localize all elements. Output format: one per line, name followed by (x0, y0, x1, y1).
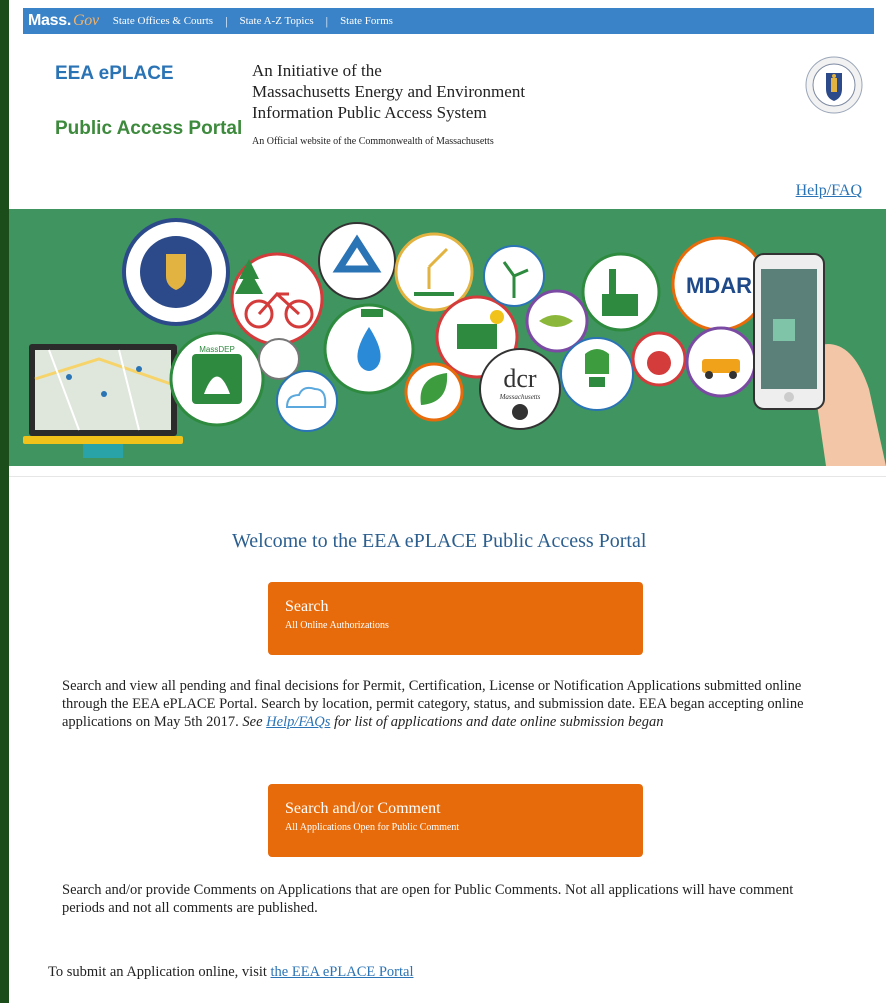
cloud-icon (276, 370, 338, 432)
dcr-badge: dcr Massachusetts (479, 348, 561, 430)
svg-text:MDAR: MDAR (686, 273, 752, 298)
commonwealth-seal-icon (805, 56, 863, 114)
leaf-icon (404, 362, 464, 422)
svg-text:Massachusetts: Massachusetts (499, 393, 541, 401)
search-button[interactable]: Search All Online Authorizations (268, 582, 643, 655)
search-button-title: Search (285, 598, 329, 615)
left-rail (0, 0, 9, 1003)
svg-text:dcr: dcr (503, 364, 537, 393)
nav-separator: | (225, 13, 228, 28)
help-faq-link[interactable]: Help/FAQ (796, 182, 862, 200)
eea-eplace-portal-link[interactable]: the EEA ePLACE Portal (271, 964, 414, 980)
nav-state-az-topics[interactable]: State A-Z Topics (239, 15, 313, 27)
smartphone-icon (753, 253, 886, 466)
fishing-icon (394, 232, 474, 312)
svg-text:MassDEP: MassDEP (199, 345, 235, 354)
initiative-line: An Initiative of the (252, 61, 382, 80)
search-note-text: for list of applications and date online… (333, 714, 664, 730)
fish-icon (525, 289, 589, 353)
submit-prefix-text: To submit an Application online, visit (48, 964, 267, 980)
divider (9, 476, 886, 477)
nav-separator: | (325, 13, 329, 28)
water-drop-icon (323, 303, 415, 395)
top-nav-bar: Mass. Gov State Offices & Courts | State … (23, 8, 874, 34)
search-comment-button[interactable]: Search and/or Comment All Applications O… (268, 784, 643, 857)
brand-subtitle: Public Access Portal (55, 118, 243, 139)
bicycle-icon (230, 252, 324, 346)
turtle-icon (258, 338, 300, 380)
nav-state-offices[interactable]: State Offices & Courts (113, 15, 213, 27)
mass-seal-icon (122, 218, 230, 326)
help-faqs-link[interactable]: Help/FAQs (266, 714, 330, 730)
nav-state-forms[interactable]: State Forms (340, 15, 393, 27)
light-bulb-icon (560, 337, 634, 411)
initiative-line: Information Public Access System (252, 103, 487, 122)
wind-turbine-icon (483, 245, 545, 307)
mdar-badge: MDAR (671, 236, 767, 332)
top-nav: State Offices & Courts | State A-Z Topic… (113, 14, 393, 29)
comment-button-subtitle: All Applications Open for Public Comment (285, 822, 460, 833)
initiative-text: An Initiative of the Massachusetts Energ… (252, 60, 525, 123)
hero-banner: MassDEP dcr Massachusetts MDAR (9, 209, 886, 466)
comment-button-title: Search and/or Comment (285, 800, 441, 817)
comment-description: Search and/or provide Comments on Applic… (62, 882, 794, 916)
see-text: See (242, 714, 263, 730)
brand-title: EEA ePLACE (55, 63, 174, 84)
apple-icon (631, 331, 687, 387)
recycle-icon (318, 222, 396, 300)
initiative-line: Massachusetts Energy and Environment (252, 82, 526, 101)
welcome-heading: Welcome to the EEA ePLACE Public Access … (232, 530, 647, 552)
hero-illustration: MassDEP dcr Massachusetts MDAR (23, 218, 886, 466)
submit-application-line: To submit an Application online, visit t… (48, 964, 413, 981)
car-icon (685, 326, 757, 398)
laptop-map-icon (23, 344, 183, 458)
search-button-subtitle: All Online Authorizations (285, 620, 389, 631)
official-website-text: An Official website of the Commonwealth … (252, 136, 494, 147)
mass-gov-logo[interactable]: Mass. Gov (23, 12, 99, 30)
search-description: Search and view all pending and final de… (62, 677, 832, 731)
massdep-badge: MassDEP (169, 331, 265, 427)
factory-icon (581, 252, 661, 332)
